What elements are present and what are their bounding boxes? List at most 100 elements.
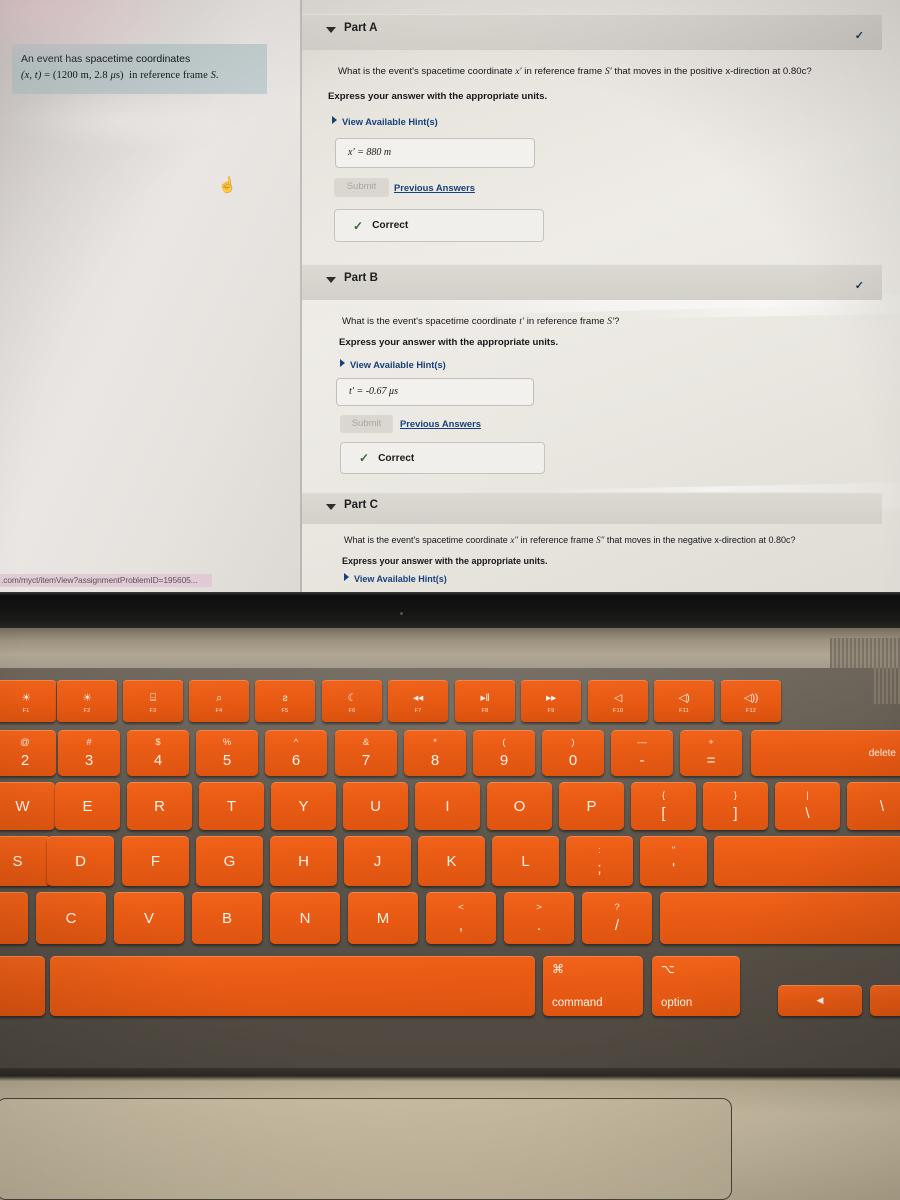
key-e[interactable]: E <box>55 782 120 830</box>
key-c[interactable]: C <box>36 892 106 944</box>
collapse-triangle-icon[interactable] <box>326 27 336 33</box>
key-k[interactable]: K <box>418 836 485 886</box>
key-return[interactable] <box>714 836 900 886</box>
check-icon: ✓ <box>353 218 364 233</box>
key-shift-label: ) <box>571 737 575 749</box>
key-spacebar[interactable] <box>50 956 535 1016</box>
fn-key-f11[interactable]: ◁) F11 <box>654 680 714 722</box>
key--[interactable]: — - <box>611 730 673 776</box>
key-5[interactable]: % 5 <box>196 730 258 776</box>
expand-triangle-icon[interactable] <box>340 359 345 367</box>
key-=[interactable]: + = <box>680 730 742 776</box>
key-t[interactable]: T <box>199 782 264 830</box>
expand-triangle-icon[interactable] <box>332 116 337 124</box>
key-right-shift[interactable] <box>660 892 900 944</box>
key-f[interactable]: F <box>122 836 189 886</box>
key-b[interactable]: B <box>192 892 262 944</box>
key-3[interactable]: #3 <box>58 730 120 776</box>
key-shift-label: | <box>806 790 809 802</box>
function-key-number: F4 <box>215 707 223 714</box>
key-x[interactable]: X <box>0 892 28 944</box>
key-l[interactable]: L <box>492 836 559 886</box>
key-o[interactable]: O <box>487 782 552 830</box>
fn-key-f9[interactable]: ▸▸ F9 <box>521 680 581 722</box>
part-b-header[interactable]: Part B ✓ <box>302 264 882 300</box>
part-a-hints-toggle[interactable]: View Available Hint(s) <box>332 116 438 127</box>
fn-key-f12[interactable]: ◁)) F12 <box>721 680 781 722</box>
statement-line-2: (x, t) = (1200 m, 2.8 μs) in reference f… <box>21 70 219 82</box>
key-delete[interactable]: delete <box>751 730 900 776</box>
key-punct-b0[interactable]: <, <box>426 892 496 944</box>
assignment-content-pane: Part A ✓ What is the event's spacetime c… <box>302 0 900 594</box>
key-bracket-0[interactable]: {[ <box>631 782 696 830</box>
key-label: 9 <box>499 751 509 769</box>
key-y[interactable]: Y <box>271 782 336 830</box>
key-right-command[interactable]: ⌘ command <box>543 956 643 1016</box>
function-key-number: F11 <box>679 707 689 714</box>
key-label: 2 <box>20 751 30 769</box>
key-w[interactable]: W <box>0 782 55 830</box>
key-r[interactable]: R <box>127 782 192 830</box>
key-p[interactable]: P <box>559 782 624 830</box>
collapse-triangle-icon[interactable] <box>326 504 336 510</box>
key-m[interactable]: M <box>348 892 418 944</box>
key-arrow-left[interactable]: ◀ <box>778 985 862 1016</box>
key-punct-b2[interactable]: ? / <box>582 892 652 944</box>
part-a-header[interactable]: Part A ✓ <box>302 14 882 50</box>
part-b-hints-toggle[interactable]: View Available Hint(s) <box>340 359 446 370</box>
key-u[interactable]: U <box>343 782 408 830</box>
collapse-triangle-icon[interactable] <box>326 277 336 283</box>
fn-key-f3[interactable]: ⌸ F3 <box>123 680 183 722</box>
part-a-submit-button[interactable]: Submit <box>334 178 389 197</box>
key-bracket-2[interactable]: | \ <box>775 782 840 830</box>
key-i[interactable]: I <box>415 782 480 830</box>
part-b-answer-input[interactable]: t′ = -0.67 μs <box>336 378 534 406</box>
key-j[interactable]: J <box>344 836 411 886</box>
key-v[interactable]: V <box>114 892 184 944</box>
trackpad[interactable] <box>0 1098 732 1200</box>
key-punct-0[interactable]: :; <box>566 836 633 886</box>
key-label: D <box>75 852 86 870</box>
key-4[interactable]: $4 <box>127 730 189 776</box>
key-8[interactable]: * 8 <box>404 730 466 776</box>
fn-key-f10[interactable]: ◁ F10 <box>588 680 648 722</box>
function-key-number: F3 <box>149 707 157 714</box>
key-option[interactable]: ⌥ option <box>652 956 740 1016</box>
key-shift-label: # <box>86 737 92 749</box>
fn-key-f2[interactable]: ☀ F2 <box>57 680 117 722</box>
fn-key-f6[interactable]: ☾ F6 <box>322 680 382 722</box>
key-left-command[interactable]: ⌘and <box>0 956 45 1016</box>
key-6[interactable]: ^ 6 <box>265 730 327 776</box>
fn-key-f8[interactable]: ▸‖ F8 <box>455 680 515 722</box>
key-d[interactable]: D <box>47 836 114 886</box>
fn-key-f7[interactable]: ◂◂ F7 <box>388 680 448 722</box>
right-speaker-grille <box>872 668 900 704</box>
url-text[interactable]: .com/myct/itemView?assignmentProblemID=1… <box>0 574 212 587</box>
fast-forward-icon: ▸▸ <box>546 691 556 704</box>
part-b-previous-answers-link[interactable]: Previous Answers <box>400 418 481 429</box>
part-c-header[interactable]: Part C <box>302 492 882 524</box>
expand-triangle-icon[interactable] <box>344 573 349 581</box>
part-b-submit-button[interactable]: Submit <box>340 415 393 433</box>
key-punct-b1[interactable]: >. <box>504 892 574 944</box>
key-label: 3 <box>84 751 94 769</box>
fn-key-f4[interactable]: ⌕ F4 <box>189 680 249 722</box>
key-punct-1[interactable]: " ' <box>640 836 707 886</box>
key-0[interactable]: ) 0 <box>542 730 604 776</box>
key-arrow-right[interactable] <box>870 985 900 1016</box>
part-c-hints-toggle[interactable]: View Available Hint(s) <box>344 573 447 584</box>
key-n[interactable]: N <box>270 892 340 944</box>
key-h[interactable]: H <box>270 836 337 886</box>
key-backslash-extra[interactable]: \ <box>847 782 900 830</box>
part-a-answer-input[interactable]: x′ = 880 m <box>335 138 535 168</box>
key-shift-label: @ <box>20 737 30 749</box>
fn-key-f5[interactable]: ƨ F5 <box>255 680 315 722</box>
key-bracket-1[interactable]: }] <box>703 782 768 830</box>
key-2[interactable]: @2 <box>0 730 56 776</box>
fn-key-f1[interactable]: ☀ F1 <box>0 680 56 722</box>
key-9[interactable]: (9 <box>473 730 535 776</box>
part-a-previous-answers-link[interactable]: Previous Answers <box>394 182 475 193</box>
key-g[interactable]: G <box>196 836 263 886</box>
key-7[interactable]: & 7 <box>335 730 397 776</box>
key-s[interactable]: S <box>0 836 51 886</box>
